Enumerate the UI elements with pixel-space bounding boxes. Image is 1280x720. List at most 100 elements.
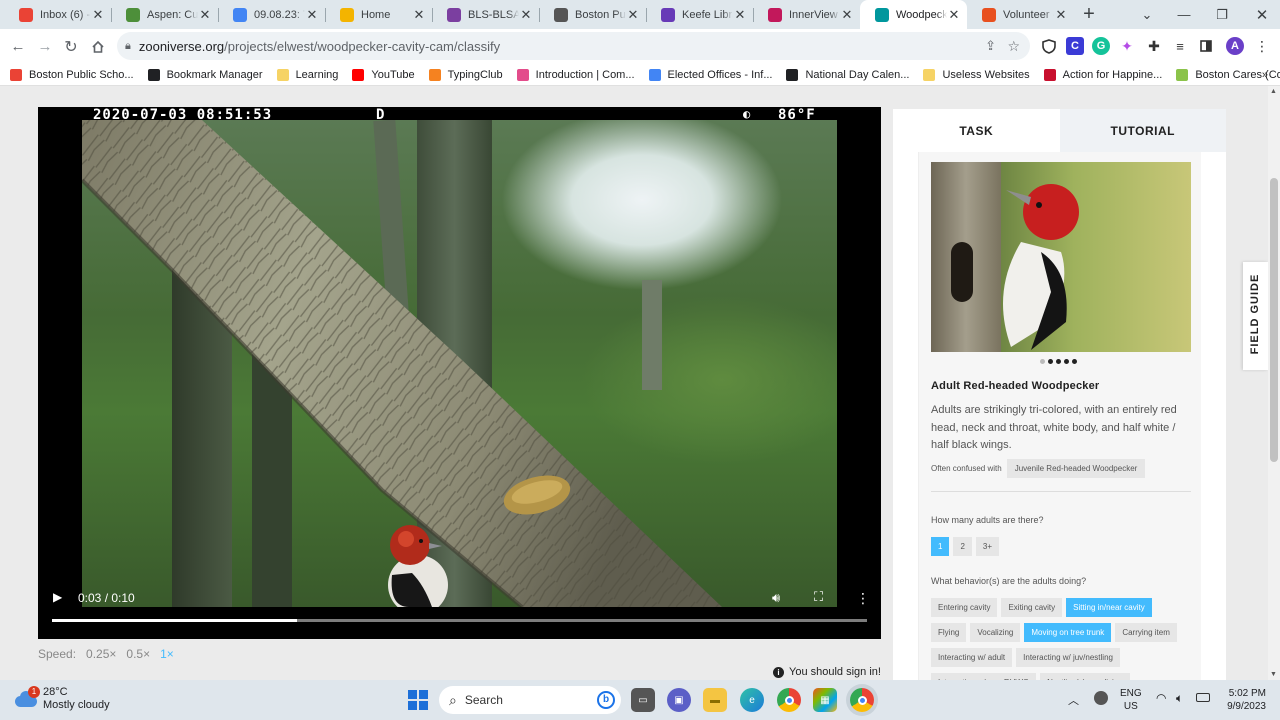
task-view-icon[interactable]: ▭ <box>631 688 655 712</box>
more-bookmarks-icon[interactable]: » <box>1262 69 1268 81</box>
tab-task[interactable]: TASK <box>893 109 1060 152</box>
carousel-dots[interactable] <box>1040 359 1077 364</box>
windows-start-icon[interactable] <box>406 688 430 712</box>
close-tab-icon[interactable]: ✕ <box>305 7 319 23</box>
menu-icon[interactable]: ⋮ <box>1253 37 1271 55</box>
chrome-profile-icon[interactable] <box>850 688 874 712</box>
bookmark-item[interactable]: Boston Public Scho... <box>10 68 134 81</box>
close-tab-icon[interactable]: ✕ <box>733 7 747 23</box>
puzzle-color-extension-icon[interactable]: ✦ <box>1118 37 1136 55</box>
bookmark-item[interactable]: National Day Calen... <box>786 68 909 81</box>
confused-with-chip[interactable]: Juvenile Red-headed Woodpecker <box>1006 459 1146 478</box>
fullscreen-button[interactable]: ⛶ <box>814 589 823 605</box>
close-tab-icon[interactable]: ✕ <box>91 7 105 23</box>
close-tab-icon[interactable]: ✕ <box>412 7 426 23</box>
tab-10[interactable]: Volunteer - ✕ <box>967 0 1074 29</box>
bookmark-item[interactable]: Elected Offices - Inf... <box>648 68 772 81</box>
behavior-option[interactable]: Moving on tree trunk <box>1024 623 1112 642</box>
field-guide-tab[interactable]: FIELD GUIDE <box>1243 262 1268 370</box>
close-tab-icon[interactable]: ✕ <box>840 7 854 23</box>
species-example-image[interactable] <box>931 162 1191 352</box>
scroll-up-icon[interactable]: ▲ <box>1270 88 1277 95</box>
carousel-dot[interactable] <box>1064 359 1069 364</box>
behavior-option[interactable]: Interacting w/ juv/nestling <box>1016 648 1120 667</box>
bookmark-star-icon[interactable]: ☆ <box>1007 38 1020 55</box>
new-tab-button[interactable]: + <box>1074 0 1104 29</box>
video-options-button[interactable]: ⋮ <box>856 590 870 607</box>
adult-count-option[interactable]: 3+ <box>975 537 1000 556</box>
share-icon[interactable]: ⇪ <box>985 38 996 54</box>
back-icon[interactable]: ← <box>5 34 31 60</box>
bookmark-item[interactable]: Introduction | Com... <box>516 68 635 81</box>
carousel-dot[interactable] <box>1056 359 1061 364</box>
behavior-option[interactable]: Exiting cavity <box>1001 598 1063 617</box>
behavior-option[interactable]: Interacting w/ non-RHWO <box>931 673 1037 680</box>
scrollbar-thumb[interactable] <box>1270 178 1278 462</box>
tab-4[interactable]: Home ✕ <box>325 0 432 29</box>
behavior-option[interactable]: Nestling(s) vocalizing <box>1040 673 1130 680</box>
bookmark-item[interactable]: Bookmark Manager <box>147 68 263 81</box>
teams-chat-icon[interactable]: ▣ <box>667 688 691 712</box>
tab-3[interactable]: 09.08.23: To✕ <box>218 0 325 29</box>
speed-option[interactable]: 0.5× <box>126 647 150 661</box>
close-window-button[interactable]: ✕ <box>1250 0 1274 29</box>
home-icon[interactable] <box>85 34 111 60</box>
grammarly-icon[interactable]: G <box>1092 37 1110 55</box>
behavior-option[interactable]: Flying <box>931 623 967 642</box>
tab-9[interactable]: Woodpecke✕ <box>860 0 967 29</box>
tab-2[interactable]: Aspen: Curr✕ <box>111 0 218 29</box>
tab-8[interactable]: InnerView ✕ <box>753 0 860 29</box>
page-scrollbar[interactable]: ▲ ▼ <box>1268 86 1280 680</box>
chrome-icon[interactable] <box>777 688 801 712</box>
site-info-icon[interactable]: 🔒︎ <box>125 40 131 53</box>
taskbar-search[interactable]: ⌕ Search b <box>439 686 621 714</box>
behavior-option[interactable]: Sitting in/near cavity <box>1066 598 1152 617</box>
minimize-button[interactable]: — <box>1172 0 1196 29</box>
behavior-option[interactable]: Vocalizing <box>970 623 1021 642</box>
language-indicator[interactable]: ENG US <box>1120 687 1142 713</box>
speed-option[interactable]: 1× <box>160 647 174 661</box>
wifi-icon[interactable]: ◠ <box>1156 691 1166 705</box>
bookmark-item[interactable]: Useless Websites <box>923 68 1030 81</box>
video-progress-bar[interactable] <box>52 619 867 622</box>
extensions-icon[interactable]: ✚ <box>1145 37 1163 55</box>
close-tab-icon[interactable]: ✕ <box>519 7 533 23</box>
forward-icon[interactable]: → <box>32 34 58 60</box>
behavior-option[interactable]: Interacting w/ adult <box>931 648 1013 667</box>
shield-extension-icon[interactable] <box>1040 37 1058 55</box>
close-tab-icon[interactable]: ✕ <box>626 7 640 23</box>
close-tab-icon[interactable]: ✕ <box>947 7 961 23</box>
bookmark-item[interactable]: TypingClub <box>428 68 503 81</box>
tab-7[interactable]: Keefe Libra ✕ <box>646 0 753 29</box>
edge-icon[interactable]: e <box>740 688 764 712</box>
carousel-dot[interactable] <box>1040 359 1045 364</box>
signin-notice[interactable]: i You should sign in! <box>773 666 881 678</box>
bookmark-item[interactable]: Action for Happine... <box>1043 68 1162 81</box>
bookmark-item[interactable]: YouTube <box>352 68 415 81</box>
store-icon[interactable]: ▦ <box>813 688 837 712</box>
volume-button[interactable]: 🔊︎ <box>772 590 780 606</box>
adult-count-option[interactable]: 2 <box>953 537 972 556</box>
adult-count-option[interactable]: 1 <box>931 537 950 556</box>
bookmark-item[interactable]: Learning <box>276 68 338 81</box>
behavior-option[interactable]: Carrying item <box>1115 623 1177 642</box>
tab-5[interactable]: BLS-BLSA: E✕ <box>432 0 539 29</box>
battery-icon[interactable] <box>1196 693 1210 702</box>
speed-option[interactable]: 0.25× <box>86 647 116 661</box>
play-button[interactable]: ▶ <box>53 590 62 604</box>
side-panel-icon[interactable] <box>1197 37 1215 55</box>
close-tab-icon[interactable]: ✕ <box>198 7 212 23</box>
reading-list-icon[interactable]: ≡ <box>1171 37 1189 55</box>
profile-avatar[interactable]: A <box>1226 37 1244 55</box>
tray-app-icon[interactable] <box>1094 691 1108 705</box>
behavior-option[interactable]: Entering cavity <box>931 598 998 617</box>
volume-icon[interactable]: 🔈︎ <box>1176 691 1183 706</box>
carousel-dot[interactable] <box>1072 359 1077 364</box>
reload-icon[interactable]: ↻ <box>58 34 84 60</box>
close-tab-icon[interactable]: ✕ <box>1054 7 1068 23</box>
file-explorer-icon[interactable]: ▬ <box>703 688 727 712</box>
c-extension-icon[interactable]: C <box>1066 37 1084 55</box>
scroll-down-icon[interactable]: ▼ <box>1270 671 1277 678</box>
tab-1[interactable]: Inbox (6) - a✕ <box>4 0 111 29</box>
weather-widget[interactable]: 1 28°C Mostly cloudy <box>15 686 110 712</box>
